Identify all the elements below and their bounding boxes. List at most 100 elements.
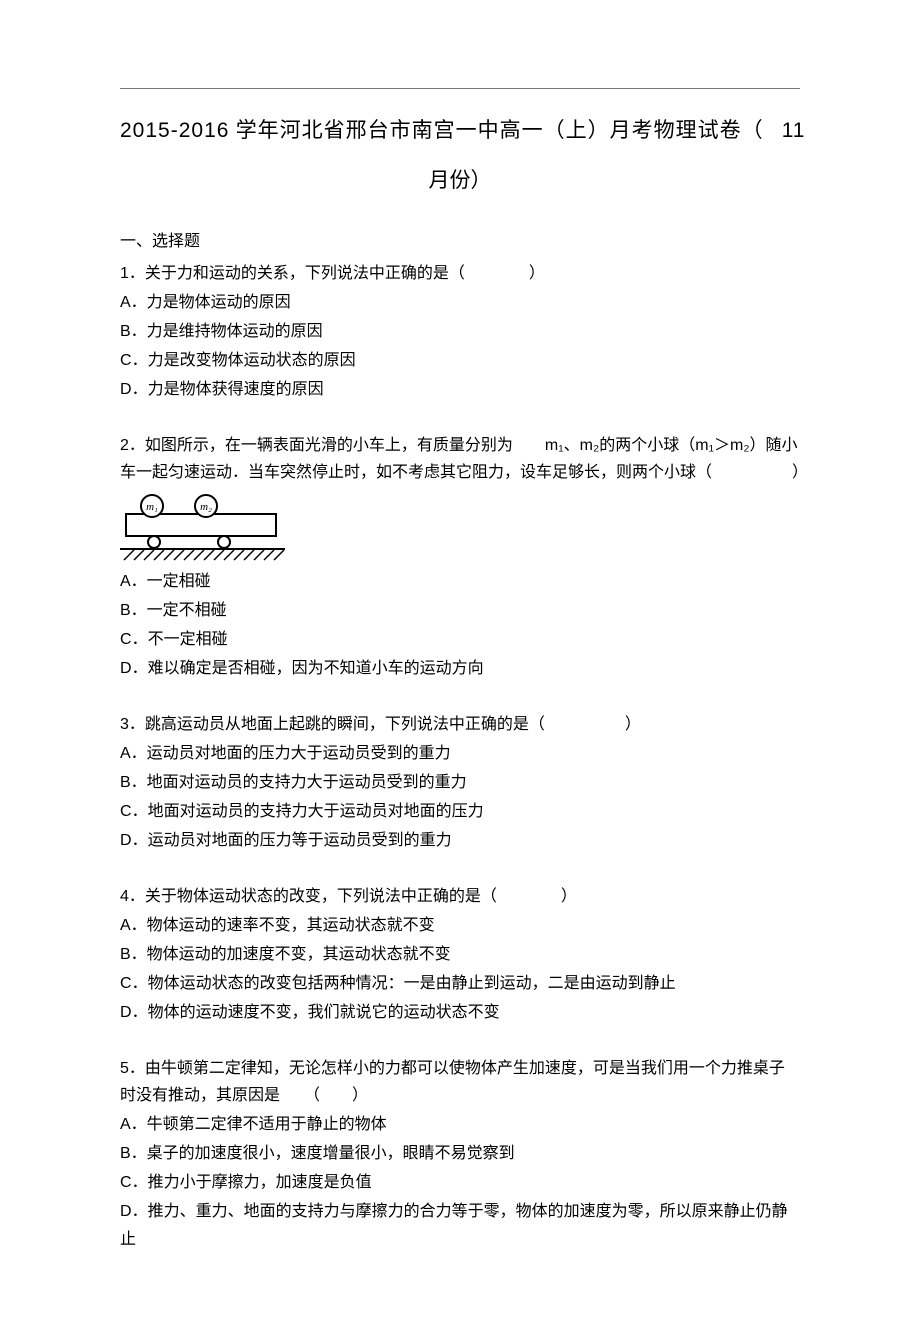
q5-option-a: A．牛顿第二定律不适用于静止的物体 (120, 1111, 800, 1138)
q4-d-text: ．物体的运动速度不变，我们就说它的运动状态不变 (132, 1004, 500, 1021)
q2-option-c: C．不一定相碰 (120, 626, 800, 653)
q1-d-text: ．力是物体获得速度的原因 (132, 381, 324, 398)
q2-option-a: A．一定相碰 (120, 568, 800, 595)
q1-num: 1 (120, 265, 129, 282)
q2-option-d: D．难以确定是否相碰，因为不知道小车的运动方向 (120, 655, 800, 682)
q5-d-label: D (120, 1203, 132, 1220)
q2-sep1: 、 (564, 437, 580, 454)
question-5: 5．由牛顿第二定律知，无论怎样小的力都可以使物体产生加速度，可是当我们用一个力推… (120, 1055, 800, 1253)
q2-b-label: B (120, 602, 131, 619)
title-month: 11 (782, 119, 806, 142)
q2-d-text: ．难以确定是否相碰，因为不知道小车的运动方向 (132, 660, 484, 677)
q3-stem: 3．跳高运动员从地面上起跳的瞬间，下列说法中正确的是（ ） (120, 711, 800, 738)
q4-option-a: A．物体运动的速率不变，其运动状态就不变 (120, 912, 800, 939)
q3-a-text: ．运动员对地面的压力大于运动员受到的重力 (131, 745, 451, 762)
q1-d-label: D (120, 381, 132, 398)
q4-stem-text: ．关于物体运动状态的改变，下列说法中正确的是（ ） (129, 888, 577, 905)
title-block: 2015-2016 学年河北省邢台市南宫一中高一（上）月考物理试卷（11 月份） (120, 113, 800, 198)
q5-a-text: ．牛顿第二定律不适用于静止的物体 (131, 1116, 387, 1133)
q1-option-a: A．力是物体运动的原因 (120, 289, 800, 316)
q4-b-text: ．物体运动的加速度不变，其运动状态就不变 (131, 946, 451, 963)
q1-a-text: ．力是物体运动的原因 (131, 294, 291, 311)
q3-num: 3 (120, 716, 129, 733)
question-1: 1．关于力和运动的关系，下列说法中正确的是（ ） A．力是物体运动的原因 B．力… (120, 260, 800, 404)
q2-stem-p2: 的两个小球（ (599, 437, 695, 454)
q3-b-text: ．地面对运动员的支持力大于运动员受到的重力 (131, 774, 467, 791)
q1-option-d: D．力是物体获得速度的原因 (120, 376, 800, 403)
q3-option-c: C．地面对运动员的支持力大于运动员对地面的压力 (120, 798, 800, 825)
q2-option-b: B．一定不相碰 (120, 597, 800, 624)
q5-stem: 5．由牛顿第二定律知，无论怎样小的力都可以使物体产生加速度，可是当我们用一个力推… (120, 1055, 800, 1109)
q1-b-text: ．力是维持物体运动的原因 (131, 323, 323, 340)
q3-stem-text: ．跳高运动员从地面上起跳的瞬间，下列说法中正确的是（ ） (129, 716, 641, 733)
title-line-2: 月份） (120, 163, 800, 199)
fig-m1-label: m₁ (146, 501, 158, 513)
q5-a-label: A (120, 1116, 131, 1133)
q2-num: 2 (120, 437, 129, 454)
q2-d-label: D (120, 660, 132, 677)
q5-option-c: C．推力小于摩擦力，加速度是负值 (120, 1169, 800, 1196)
q1-b-label: B (120, 323, 131, 340)
q4-a-label: A (120, 917, 131, 934)
q4-num: 4 (120, 888, 129, 905)
q3-c-text: ．地面对运动员的支持力大于运动员对地面的压力 (132, 803, 484, 820)
q3-d-label: D (120, 832, 132, 849)
title-line-1: 2015-2016 学年河北省邢台市南宫一中高一（上）月考物理试卷（11 (120, 113, 800, 149)
q5-c-text: ．推力小于摩擦力，加速度是负值 (132, 1174, 372, 1191)
q4-option-d: D．物体的运动速度不变，我们就说它的运动状态不变 (120, 999, 800, 1026)
q3-c-label: C (120, 803, 132, 820)
q4-option-c: C．物体运动状态的改变包括两种情况：一是由静止到运动，二是由运动到静止 (120, 970, 800, 997)
q2-m2: m₂ (580, 437, 600, 454)
fig-m2-label: m₂ (200, 501, 212, 513)
title-years: 2015-2016 (120, 119, 229, 142)
q2-stem: 2．如图所示，在一辆表面光滑的小车上，有质量分别为 m₁、m₂的两个小球（m₁＞… (120, 432, 800, 486)
q2-m2b: m₂ (730, 437, 750, 454)
q2-gt: ＞ (714, 437, 730, 454)
q2-figure: m₁ m₂ (120, 492, 800, 562)
q4-b-label: B (120, 946, 131, 963)
q1-stem-text: ．关于力和运动的关系，下列说法中正确的是（ ） (129, 265, 545, 282)
q3-option-b: B．地面对运动员的支持力大于运动员受到的重力 (120, 769, 800, 796)
q1-a-label: A (120, 294, 131, 311)
q2-m1: m₁ (545, 437, 564, 454)
q4-c-text: ．物体运动状态的改变包括两种情况：一是由静止到运动，二是由运动到静止 (132, 975, 676, 992)
q2-c-text: ．不一定相碰 (132, 631, 228, 648)
q1-stem: 1．关于力和运动的关系，下列说法中正确的是（ ） (120, 260, 800, 287)
q2-c-label: C (120, 631, 132, 648)
q4-stem: 4．关于物体运动状态的改变，下列说法中正确的是（ ） (120, 883, 800, 910)
q3-b-label: B (120, 774, 131, 791)
q4-c-label: C (120, 975, 132, 992)
title-main: 学年河北省邢台市南宫一中高一（上）月考物理试卷（ (229, 118, 763, 142)
q4-option-b: B．物体运动的加速度不变，其运动状态就不变 (120, 941, 800, 968)
question-2: 2．如图所示，在一辆表面光滑的小车上，有质量分别为 m₁、m₂的两个小球（m₁＞… (120, 432, 800, 683)
q5-option-d: D．推力、重力、地面的支持力与摩擦力的合力等于零，物体的加速度为零，所以原来静止… (120, 1198, 800, 1252)
q3-option-a: A．运动员对地面的压力大于运动员受到的重力 (120, 740, 800, 767)
exam-page: 2015-2016 学年河北省邢台市南宫一中高一（上）月考物理试卷（11 月份）… (0, 0, 920, 1341)
question-4: 4．关于物体运动状态的改变，下列说法中正确的是（ ） A．物体运动的速率不变，其… (120, 883, 800, 1027)
q3-d-text: ．运动员对地面的压力等于运动员受到的重力 (132, 832, 452, 849)
cart-diagram-icon: m₁ m₂ (120, 492, 285, 562)
top-rule (120, 88, 800, 89)
q5-stem-text: ．由牛顿第二定律知，无论怎样小的力都可以使物体产生加速度，可是当我们用一个力推桌… (120, 1060, 785, 1104)
q2-b-text: ．一定不相碰 (131, 602, 227, 619)
q1-c-text: ．力是改变物体运动状态的原因 (132, 352, 356, 369)
q3-option-d: D．运动员对地面的压力等于运动员受到的重力 (120, 827, 800, 854)
q1-option-c: C．力是改变物体运动状态的原因 (120, 347, 800, 374)
question-3: 3．跳高运动员从地面上起跳的瞬间，下列说法中正确的是（ ） A．运动员对地面的压… (120, 711, 800, 855)
q3-a-label: A (120, 745, 131, 762)
q2-a-text: ．一定相碰 (131, 573, 211, 590)
q5-b-label: B (120, 1145, 131, 1162)
section-heading: 一、选择题 (120, 228, 800, 255)
q2-m1b: m₁ (695, 437, 714, 454)
q5-num: 5 (120, 1060, 129, 1077)
q4-d-label: D (120, 1004, 132, 1021)
q4-a-text: ．物体运动的速率不变，其运动状态就不变 (131, 917, 435, 934)
q5-c-label: C (120, 1174, 132, 1191)
q5-b-text: ．桌子的加速度很小，速度增量很小，眼睛不易觉察到 (131, 1145, 515, 1162)
q5-d-text: ．推力、重力、地面的支持力与摩擦力的合力等于零，物体的加速度为零，所以原来静止仍… (120, 1203, 788, 1247)
q1-c-label: C (120, 352, 132, 369)
q2-stem-p1: ．如图所示，在一辆表面光滑的小车上，有质量分别为 (129, 437, 545, 454)
q5-option-b: B．桌子的加速度很小，速度增量很小，眼睛不易觉察到 (120, 1140, 800, 1167)
q2-a-label: A (120, 573, 131, 590)
q1-option-b: B．力是维持物体运动的原因 (120, 318, 800, 345)
